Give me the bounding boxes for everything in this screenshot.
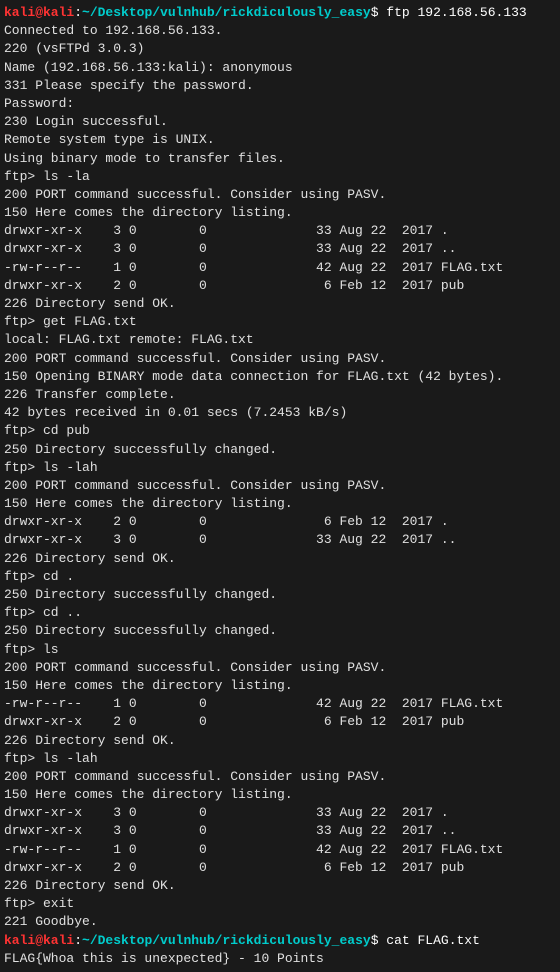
terminal-line: ftp> cd .. <box>4 604 556 622</box>
terminal-line: Connected to 192.168.56.133. <box>4 22 556 40</box>
terminal-line: 250 Directory successfully changed. <box>4 441 556 459</box>
terminal-line: 150 Opening BINARY mode data connection … <box>4 368 556 386</box>
terminal-line: 200 PORT command successful. Consider us… <box>4 768 556 786</box>
prompt-colon: : <box>74 933 82 948</box>
prompt-user: kali@kali <box>4 933 74 948</box>
command-text: ftp 192.168.56.133 <box>386 5 526 20</box>
terminal-line: -rw-r--r-- 1 0 0 42 Aug 22 2017 FLAG.txt <box>4 259 556 277</box>
terminal-line: ftp> ls <box>4 641 556 659</box>
terminal-line: drwxr-xr-x 2 0 0 6 Feb 12 2017 . <box>4 513 556 531</box>
terminal-line: 42 bytes received in 0.01 secs (7.2453 k… <box>4 404 556 422</box>
command-text: cat FLAG.txt <box>386 933 480 948</box>
terminal-line: ftp> cd pub <box>4 422 556 440</box>
terminal-line: 150 Here comes the directory listing. <box>4 677 556 695</box>
terminal-line: 226 Directory send OK. <box>4 732 556 750</box>
prompt-colon: : <box>74 5 82 20</box>
prompt-user: kali@kali <box>4 5 74 20</box>
terminal-line: 200 PORT command successful. Consider us… <box>4 659 556 677</box>
terminal-line: ftp> get FLAG.txt <box>4 313 556 331</box>
prompt-dollar: $ <box>371 5 387 20</box>
terminal-line: drwxr-xr-x 3 0 0 33 Aug 22 2017 .. <box>4 531 556 549</box>
terminal-line: 226 Directory send OK. <box>4 550 556 568</box>
terminal-line: drwxr-xr-x 2 0 0 6 Feb 12 2017 pub <box>4 859 556 877</box>
terminal-line: drwxr-xr-x 2 0 0 6 Feb 12 2017 pub <box>4 277 556 295</box>
terminal-line: ftp> ls -lah <box>4 750 556 768</box>
terminal-line: 200 PORT command successful. Consider us… <box>4 186 556 204</box>
terminal-line: ftp> exit <box>4 895 556 913</box>
terminal-line: drwxr-xr-x 3 0 0 33 Aug 22 2017 .. <box>4 822 556 840</box>
terminal-line: 221 Goodbye. <box>4 913 556 931</box>
terminal-line: 226 Transfer complete. <box>4 386 556 404</box>
terminal-line: Password: <box>4 95 556 113</box>
terminal-line: drwxr-xr-x 3 0 0 33 Aug 22 2017 . <box>4 222 556 240</box>
prompt-path: ~/Desktop/vulnhub/rickdiculously_easy <box>82 933 371 948</box>
prompt-dollar: $ <box>371 933 387 948</box>
terminal-line: drwxr-xr-x 3 0 0 33 Aug 22 2017 . <box>4 804 556 822</box>
terminal-line: 226 Directory send OK. <box>4 877 556 895</box>
terminal-line: drwxr-xr-x 3 0 0 33 Aug 22 2017 .. <box>4 240 556 258</box>
terminal-line: 226 Directory send OK. <box>4 295 556 313</box>
terminal-line: 250 Directory successfully changed. <box>4 586 556 604</box>
terminal-line: 331 Please specify the password. <box>4 77 556 95</box>
terminal-line: Using binary mode to transfer files. <box>4 150 556 168</box>
terminal-line: drwxr-xr-x 2 0 0 6 Feb 12 2017 pub <box>4 713 556 731</box>
prompt-path: ~/Desktop/vulnhub/rickdiculously_easy <box>82 5 371 20</box>
terminal-line: 200 PORT command successful. Consider us… <box>4 350 556 368</box>
terminal-output: kali@kali:~/Desktop/vulnhub/rickdiculous… <box>4 4 556 968</box>
terminal-line: Remote system type is UNIX. <box>4 131 556 149</box>
shell-prompt[interactable]: kali@kali:~/Desktop/vulnhub/rickdiculous… <box>4 4 556 22</box>
terminal-line: 150 Here comes the directory listing. <box>4 495 556 513</box>
terminal-line: 230 Login successful. <box>4 113 556 131</box>
flag-output: FLAG{Whoa this is unexpected} - 10 Point… <box>4 950 556 968</box>
terminal-line: ftp> cd . <box>4 568 556 586</box>
shell-prompt[interactable]: kali@kali:~/Desktop/vulnhub/rickdiculous… <box>4 932 556 950</box>
terminal-line: 200 PORT command successful. Consider us… <box>4 477 556 495</box>
terminal-line: 250 Directory successfully changed. <box>4 622 556 640</box>
terminal-line: ftp> ls -lah <box>4 459 556 477</box>
terminal-line: ftp> ls -la <box>4 168 556 186</box>
terminal-line: 150 Here comes the directory listing. <box>4 786 556 804</box>
terminal-line: 150 Here comes the directory listing. <box>4 204 556 222</box>
terminal-line: Name (192.168.56.133:kali): anonymous <box>4 59 556 77</box>
terminal-line: 220 (vsFTPd 3.0.3) <box>4 40 556 58</box>
terminal-line: -rw-r--r-- 1 0 0 42 Aug 22 2017 FLAG.txt <box>4 695 556 713</box>
terminal-line: local: FLAG.txt remote: FLAG.txt <box>4 331 556 349</box>
